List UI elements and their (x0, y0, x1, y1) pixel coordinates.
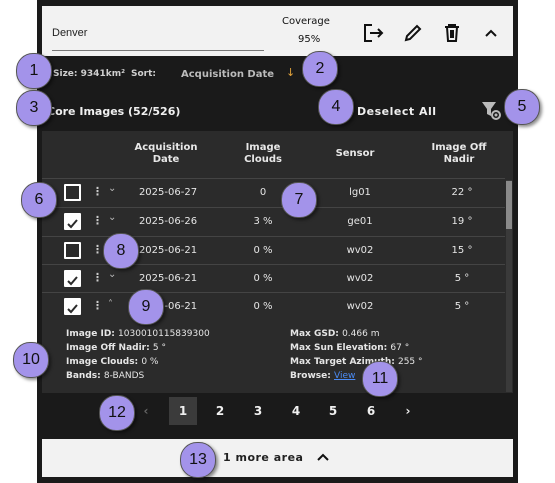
cell-off-nadir: 5 ° (454, 273, 470, 284)
detail-max-sun-elevation: Max Sun Elevation: 67 ° (290, 343, 410, 353)
detail-image-id: Image ID: 1030010115839300 (66, 329, 210, 339)
detail-max-target-azimuth: Max Target Azimuth: 255 ° (290, 357, 423, 367)
annotation-badge: 7 (281, 182, 317, 218)
sort-select[interactable]: Acquisition Date (181, 69, 274, 80)
annotation-badge: 13 (180, 442, 216, 478)
cell-sensor: wv02 (346, 273, 374, 284)
more-options-icon[interactable]: ⋮ (92, 299, 103, 312)
page-4-button[interactable]: 4 (282, 397, 310, 425)
chevron-up-icon[interactable] (480, 22, 502, 44)
cell-date: 2025-06-21 (138, 245, 198, 256)
cell-date: 2025-06-27 (138, 187, 198, 198)
more-options-icon[interactable]: ⋮ (92, 243, 103, 256)
annotation-badge: 5 (504, 89, 540, 125)
next-page-button[interactable]: › (394, 397, 422, 425)
cell-sensor: wv02 (346, 301, 374, 312)
checkmark-icon (67, 304, 78, 314)
more-options-icon[interactable]: ⋮ (92, 271, 103, 284)
area-header-card: Denver Coverage 95% (42, 6, 513, 56)
detail-browse: Browse: View (290, 371, 356, 381)
chevron-down-icon[interactable]: ⌄ (108, 183, 116, 194)
col-sensor[interactable]: Sensor (325, 148, 385, 160)
size-value: 9341km² (80, 69, 126, 79)
export-icon[interactable] (362, 22, 384, 44)
annotation-badge: 3 (16, 90, 52, 126)
annotation-badge: 8 (103, 233, 139, 269)
browse-view-link[interactable]: View (334, 371, 355, 381)
prev-page-button[interactable]: ‹ (132, 397, 160, 425)
page-2-button[interactable]: 2 (206, 397, 234, 425)
detail-clouds: Image Clouds: 0 % (66, 357, 159, 367)
detail-bands: Bands: 8-BANDS (66, 371, 145, 381)
table-row[interactable]: ⋮ ⌄ 2025-06-27 0 lg01 22 ° (42, 179, 505, 208)
table-row-expanded[interactable]: ⋮ ˄ 2025-06-21 0 % wv02 5 ° (42, 293, 505, 322)
cell-date: 2025-06-26 (138, 216, 198, 227)
detail-off-nadir: Image Off Nadir: 5 ° (66, 343, 166, 353)
cell-off-nadir: 15 ° (451, 245, 473, 256)
page-1-button[interactable]: 1 (169, 397, 197, 425)
table-row[interactable]: ⋮ ⌄ 2025-06-26 3 % ge01 19 ° (42, 208, 505, 237)
edit-icon[interactable] (402, 22, 424, 44)
size-label: Size: (53, 69, 78, 79)
more-areas-label[interactable]: 1 more area (223, 451, 303, 464)
page-5-button[interactable]: 5 (319, 397, 347, 425)
filter-settings-icon[interactable] (480, 99, 502, 121)
annotation-badge: 1 (16, 53, 52, 89)
cell-off-nadir: 19 ° (451, 216, 473, 227)
chevron-up-icon[interactable] (314, 449, 332, 467)
delete-icon[interactable] (441, 22, 463, 44)
annotation-badge: 4 (318, 89, 354, 125)
cell-off-nadir: 5 ° (454, 301, 470, 312)
cell-sensor: lg01 (349, 187, 371, 198)
cell-sensor: ge01 (347, 216, 373, 227)
deselect-all-button[interactable]: Deselect All (357, 105, 437, 118)
chevron-up-icon[interactable]: ˄ (108, 299, 113, 310)
col-acquisition-date[interactable]: Acquisition Date (128, 142, 204, 166)
row-checkbox[interactable] (64, 242, 81, 259)
cell-sensor: wv02 (346, 245, 374, 256)
cell-clouds: 0 % (253, 273, 273, 284)
page-6-button[interactable]: 6 (357, 397, 385, 425)
sort-direction-arrow-down-icon[interactable]: ↓ (286, 66, 295, 79)
sort-label: Sort: (131, 69, 157, 79)
cell-clouds: 3 % (253, 216, 273, 227)
core-images-title: Core Images (52/526) (47, 105, 181, 118)
row-checkbox[interactable] (64, 298, 81, 315)
annotation-badge: 10 (13, 342, 49, 378)
annotation-badge: 11 (362, 361, 398, 397)
annotation-badge: 6 (21, 182, 57, 218)
row-checkbox[interactable] (64, 270, 81, 287)
row-checkbox[interactable] (64, 184, 81, 201)
cell-clouds: 0 % (253, 245, 273, 256)
scrollbar-thumb[interactable] (506, 181, 512, 229)
cell-date: 2025-06-21 (138, 273, 198, 284)
more-options-icon[interactable]: ⋮ (92, 185, 103, 198)
chevron-down-icon[interactable]: ⌄ (108, 269, 116, 280)
size-info: Size: 9341km² (53, 69, 125, 79)
row-checkbox[interactable] (64, 213, 81, 230)
col-image-clouds[interactable]: Image Clouds (234, 142, 292, 166)
annotation-badge: 2 (302, 51, 338, 87)
annotation-badge: 9 (128, 289, 164, 325)
detail-max-gsd: Max GSD: 0.466 m (290, 329, 380, 339)
coverage-label: Coverage (282, 16, 330, 27)
checkmark-icon (67, 219, 78, 229)
col-image-off-nadir[interactable]: Image Off Nadir (426, 142, 492, 166)
area-title-underline (52, 50, 264, 51)
table-row[interactable]: ⋮ ⌄ 2025-06-21 0 % wv02 5 ° (42, 265, 505, 294)
more-areas-bar[interactable]: 1 more area (42, 439, 513, 477)
cell-clouds: 0 % (253, 301, 273, 312)
checkmark-icon (67, 276, 78, 286)
cell-off-nadir: 22 ° (451, 187, 473, 198)
area-title[interactable]: Denver (52, 27, 87, 39)
coverage-value: 95% (298, 34, 321, 45)
chevron-down-icon[interactable]: ⌄ (108, 212, 116, 223)
page-3-button[interactable]: 3 (244, 397, 272, 425)
more-options-icon[interactable]: ⋮ (92, 214, 103, 227)
annotation-badge: 12 (99, 395, 135, 431)
